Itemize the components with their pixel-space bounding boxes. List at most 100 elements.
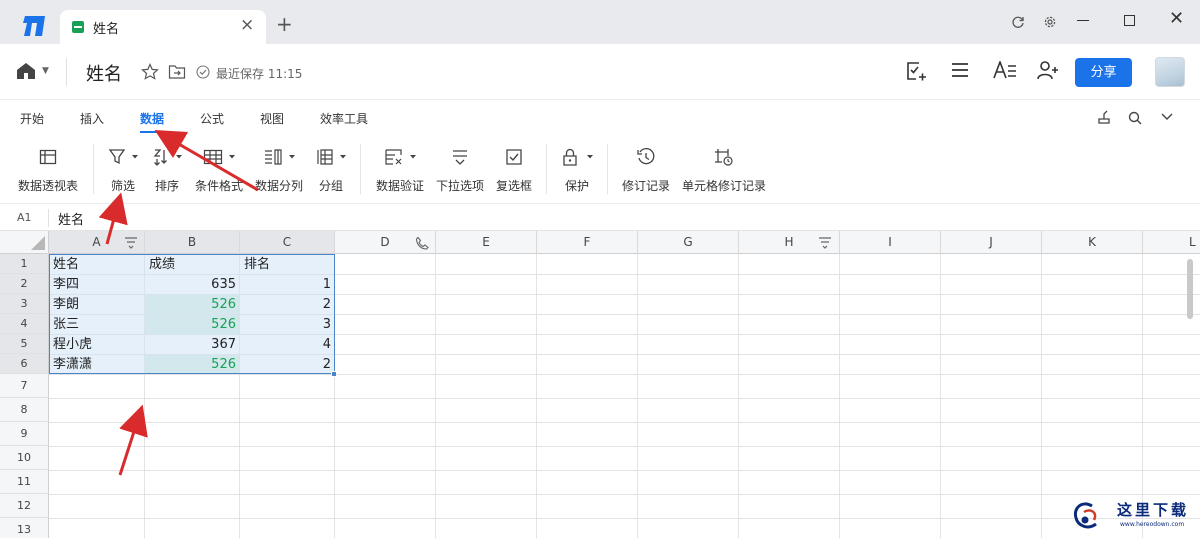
data-toolbar: 数据透视表 筛选 排序 条件格式 数据分列 分组 数据验证 下拉选项 复选框 保… — [0, 136, 1200, 204]
document-tab[interactable]: 姓名 × — [60, 10, 266, 44]
document-title[interactable]: 姓名 — [86, 60, 122, 86]
column-header-b[interactable]: B — [145, 231, 240, 254]
row-header[interactable]: 11 — [0, 470, 49, 494]
tab-formula[interactable]: 公式 — [200, 110, 224, 127]
column-filter-icon[interactable] — [818, 236, 832, 249]
edit-document-icon[interactable] — [905, 60, 927, 82]
cell-b5[interactable]: 367 — [145, 335, 236, 355]
chevron-down-icon[interactable] — [1161, 113, 1173, 121]
pivot-table-button[interactable]: 数据透视表 — [14, 136, 82, 204]
cell-revision-history-label: 单元格修订记录 — [681, 179, 766, 193]
column-label: H — [784, 235, 794, 249]
minimize-icon[interactable] — [1077, 20, 1089, 21]
new-tab-icon[interactable]: + — [276, 14, 293, 34]
search-icon[interactable] — [1128, 111, 1142, 125]
close-tab-icon[interactable]: × — [240, 15, 254, 35]
cell-c3[interactable]: 2 — [240, 295, 331, 315]
home-dropdown-caret-icon[interactable]: ▼ — [42, 66, 49, 76]
phone-icon[interactable] — [415, 236, 429, 250]
cell-c1[interactable]: 排名 — [244, 255, 270, 275]
row-header[interactable]: 6 — [0, 354, 49, 374]
split-column-icon — [265, 149, 295, 165]
menu-list-icon[interactable] — [951, 62, 969, 78]
cell-b6[interactable]: 526 — [145, 355, 236, 375]
split-column-button[interactable]: 数据分列 — [253, 136, 305, 204]
cell-revision-history-button[interactable]: 单元格修订记录 — [680, 136, 768, 204]
row-header[interactable]: 5 — [0, 334, 49, 354]
cell-a1[interactable]: 姓名 — [53, 255, 79, 275]
spreadsheet-grid[interactable]: A B C D E F G H I J K L 1 2 3 4 5 6 7 8 … — [0, 231, 1200, 538]
group-button[interactable]: 分组 — [313, 136, 349, 204]
home-icon[interactable] — [16, 62, 36, 80]
column-label: L — [1189, 235, 1196, 249]
filter-button[interactable]: 筛选 — [104, 136, 142, 204]
vertical-scrollbar[interactable] — [1187, 259, 1193, 319]
fill-handle[interactable] — [331, 371, 337, 377]
select-all-corner[interactable] — [0, 231, 49, 254]
text-format-icon[interactable] — [993, 61, 1017, 79]
cell-reference[interactable]: A1 — [17, 211, 32, 224]
dropdown-options-button[interactable]: 下拉选项 — [434, 136, 486, 204]
split-column-label: 数据分列 — [254, 179, 303, 193]
cell-b1[interactable]: 成绩 — [149, 255, 175, 275]
cell-c2[interactable]: 1 — [240, 275, 331, 295]
cell-a4[interactable]: 张三 — [53, 315, 79, 335]
cell-b4[interactable]: 526 — [145, 315, 236, 335]
tab-view[interactable]: 视图 — [260, 110, 284, 127]
row-header[interactable]: 12 — [0, 494, 49, 518]
cell-b2[interactable]: 635 — [145, 275, 236, 295]
row-header[interactable]: 13 — [0, 518, 49, 538]
column-header-j[interactable]: J — [941, 231, 1042, 254]
cell-c4[interactable]: 3 — [240, 315, 331, 335]
gridline — [536, 254, 537, 538]
checkbox-button[interactable]: 复选框 — [493, 136, 535, 204]
share-button[interactable]: 分享 — [1075, 58, 1132, 87]
tab-efficiency-tools[interactable]: 效率工具 — [320, 110, 368, 127]
tab-insert[interactable]: 插入 — [80, 110, 104, 127]
app-logo-icon[interactable] — [22, 14, 48, 38]
sort-button[interactable]: 排序 — [148, 136, 186, 204]
cell-a6[interactable]: 李潇潇 — [53, 355, 92, 375]
add-collaborator-icon[interactable] — [1037, 60, 1059, 80]
row-header[interactable]: 9 — [0, 422, 49, 446]
row-header[interactable]: 7 — [0, 374, 49, 398]
column-label: D — [380, 235, 390, 249]
row-header[interactable]: 3 — [0, 294, 49, 314]
tab-data[interactable]: 数据 — [140, 110, 164, 127]
column-label: A — [92, 235, 101, 249]
cell-b3[interactable]: 526 — [145, 295, 236, 315]
column-header-e[interactable]: E — [436, 231, 537, 254]
data-validation-button[interactable]: 数据验证 — [372, 136, 428, 204]
row-header[interactable]: 2 — [0, 274, 49, 294]
column-header-c[interactable]: C — [240, 231, 335, 254]
watermark-url: www.hereodown.com — [1120, 521, 1185, 528]
column-filter-icon[interactable] — [124, 236, 138, 249]
move-to-folder-icon[interactable] — [168, 64, 186, 80]
tab-start[interactable]: 开始 — [20, 110, 44, 127]
refresh-icon[interactable] — [1011, 15, 1025, 29]
column-header-k[interactable]: K — [1042, 231, 1143, 254]
row-header[interactable]: 1 — [0, 254, 49, 274]
settings-gear-icon[interactable] — [1043, 15, 1057, 29]
avatar[interactable] — [1155, 57, 1185, 87]
row-header[interactable]: 8 — [0, 398, 49, 422]
maximize-icon[interactable] — [1124, 15, 1135, 26]
row-header[interactable]: 4 — [0, 314, 49, 334]
row-header[interactable]: 10 — [0, 446, 49, 470]
formula-input[interactable]: 姓名 — [58, 209, 84, 228]
revision-history-button[interactable]: 修订记录 — [619, 136, 673, 204]
close-window-icon[interactable]: ✕ — [1169, 10, 1184, 28]
cell-a3[interactable]: 李朗 — [53, 295, 79, 315]
cell-a5[interactable]: 程小虎 — [53, 335, 92, 355]
cell-c5[interactable]: 4 — [240, 335, 331, 355]
cell-c6[interactable]: 2 — [240, 355, 331, 375]
column-header-f[interactable]: F — [537, 231, 638, 254]
column-header-l[interactable]: L — [1143, 231, 1200, 254]
protect-button[interactable]: 保护 — [558, 136, 596, 204]
cell-a2[interactable]: 李四 — [53, 275, 79, 295]
conditional-format-button[interactable]: 条件格式 — [192, 136, 246, 204]
column-header-g[interactable]: G — [638, 231, 739, 254]
collapse-ribbon-icon[interactable] — [1096, 110, 1112, 126]
star-icon[interactable] — [141, 63, 159, 81]
column-header-i[interactable]: I — [840, 231, 941, 254]
